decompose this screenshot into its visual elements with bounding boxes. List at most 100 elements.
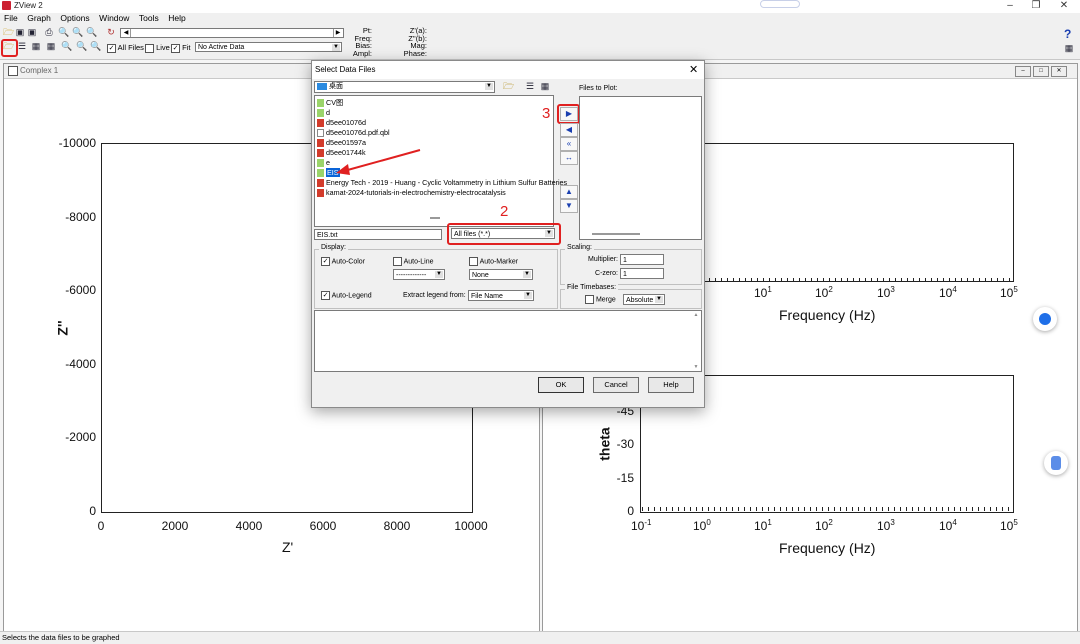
- line-style-select[interactable]: ------------- ▼: [393, 269, 445, 280]
- remove-all-button[interactable]: «: [560, 137, 578, 151]
- list-item[interactable]: Energy Tech - 2019 - Huang - Cyclic Volt…: [317, 178, 567, 188]
- timebase-mode-select[interactable]: Absolute ▼: [623, 294, 665, 305]
- live-option[interactable]: Live: [145, 43, 170, 53]
- auto-marker-checkbox[interactable]: [469, 257, 478, 266]
- list-item[interactable]: CV图: [317, 98, 343, 108]
- context-help-icon[interactable]: ▦: [1064, 43, 1074, 53]
- czero-input[interactable]: 1: [620, 268, 664, 279]
- list-item[interactable]: d5ee01076d.pdf.qbl: [317, 128, 390, 138]
- swap-button[interactable]: ↔: [560, 151, 578, 165]
- chevron-down-icon: ▼: [485, 83, 493, 90]
- zoom-fit-icon[interactable]: 🔍: [90, 41, 101, 51]
- scroll-left-icon[interactable]: ◀: [122, 29, 131, 37]
- close-window-button[interactable]: ✕: [1050, 0, 1078, 12]
- title-bar: ZView 2 – ❐ ✕: [0, 0, 1080, 13]
- timebases-group-label: File Timebases:: [565, 284, 619, 291]
- pdf-icon: [317, 179, 324, 188]
- list-item[interactable]: e: [317, 158, 330, 168]
- zview-app-icon: [2, 1, 11, 10]
- zoom-b-icon[interactable]: 🔍: [72, 27, 83, 37]
- auto-marker-option[interactable]: Auto-Marker: [469, 257, 518, 266]
- auto-line-option[interactable]: Auto-Line: [393, 257, 434, 266]
- cancel-button[interactable]: Cancel: [593, 377, 639, 393]
- merge-option[interactable]: Merge: [585, 295, 616, 304]
- list-item[interactable]: d5ee01076d: [317, 118, 366, 128]
- help-question-icon[interactable]: ?: [1064, 27, 1071, 41]
- zoom-in-icon[interactable]: 🔍: [61, 41, 72, 51]
- child-maximize-button[interactable]: □: [1033, 66, 1049, 77]
- print-icon[interactable]: ⎙: [44, 27, 54, 37]
- fit-option[interactable]: ✓ Fit: [171, 43, 190, 53]
- menu-window[interactable]: Window: [99, 13, 129, 23]
- x-tick-exponent: 3: [890, 518, 895, 527]
- merge-checkbox[interactable]: [585, 295, 594, 304]
- title-search-pill[interactable]: [760, 0, 800, 8]
- data-scrollbar[interactable]: ◀ ▶: [120, 28, 344, 38]
- help-button[interactable]: Help: [648, 377, 694, 393]
- extract-legend-select[interactable]: File Name ▼: [468, 290, 534, 301]
- chevron-down-icon: ▼: [435, 271, 443, 278]
- marker-select[interactable]: None ▼: [469, 269, 533, 280]
- menu-options[interactable]: Options: [60, 13, 89, 23]
- list-icon[interactable]: ☰: [17, 41, 27, 51]
- x-tick: 101: [754, 518, 772, 533]
- menu-file[interactable]: File: [4, 13, 18, 23]
- file-info-textarea[interactable]: ▲ ▼: [314, 310, 702, 372]
- double-arrow-left-icon: «: [566, 139, 572, 148]
- multiplier-input[interactable]: 1: [620, 254, 664, 265]
- clipboard-float-button[interactable]: [1044, 451, 1068, 475]
- folder-select[interactable]: 桌面 ▼: [314, 81, 495, 93]
- files-to-plot-label: Files to Plot:: [579, 85, 618, 92]
- files-to-plot-list[interactable]: [579, 96, 702, 240]
- fit-checkbox[interactable]: ✓: [171, 43, 180, 53]
- list-item[interactable]: d: [317, 108, 330, 118]
- ok-button[interactable]: OK: [538, 377, 584, 393]
- scroll-up-icon[interactable]: ▲: [692, 312, 700, 318]
- list-view-icon[interactable]: ☰: [525, 81, 535, 91]
- pdf-icon: [317, 139, 324, 148]
- restore-button[interactable]: ❐: [1022, 0, 1050, 12]
- child-close-button[interactable]: ✕: [1051, 66, 1067, 77]
- zoom-c-icon[interactable]: 🔍: [86, 27, 97, 37]
- zoom-out-icon[interactable]: 🔍: [76, 41, 87, 51]
- save-icon[interactable]: ▣: [15, 27, 25, 37]
- assistant-float-button[interactable]: [1033, 307, 1057, 331]
- clipboard-icon: [1051, 456, 1061, 470]
- y-tick: -15: [616, 471, 634, 485]
- dialog-close-icon[interactable]: ✕: [689, 63, 698, 76]
- scroll-right-icon[interactable]: ▶: [333, 29, 342, 37]
- double-arrow-icon: ↔: [565, 153, 573, 162]
- refresh-icon[interactable]: ↻: [106, 27, 116, 37]
- open-folder-icon[interactable]: 🗁: [3, 27, 14, 37]
- scroll-down-icon[interactable]: ▼: [692, 364, 700, 370]
- menu-tools[interactable]: Tools: [139, 13, 159, 23]
- table-icon[interactable]: ▦: [31, 41, 41, 51]
- auto-color-option[interactable]: ✓ Auto-Color: [321, 257, 365, 266]
- chevron-down-icon: ▼: [332, 44, 340, 51]
- live-checkbox[interactable]: [145, 43, 154, 53]
- move-up-button[interactable]: ▲: [560, 185, 578, 199]
- auto-color-checkbox[interactable]: ✓: [321, 257, 330, 266]
- auto-legend-option[interactable]: ✓ Auto-Legend: [321, 291, 372, 300]
- details-view-icon[interactable]: ▦: [540, 81, 550, 91]
- active-data-select[interactable]: No Active Data ▼: [195, 42, 342, 52]
- remove-file-button[interactable]: ◀: [560, 123, 578, 137]
- child-minimize-button[interactable]: –: [1015, 66, 1031, 77]
- all-files-option[interactable]: ✓ All Files: [107, 43, 144, 53]
- zoom-a-icon[interactable]: 🔍: [58, 27, 69, 37]
- filename-input[interactable]: EIS.txt: [314, 229, 442, 240]
- marker-value: None: [472, 272, 489, 279]
- all-files-checkbox[interactable]: ✓: [107, 43, 116, 53]
- menu-graph[interactable]: Graph: [27, 13, 51, 23]
- menu-help[interactable]: Help: [168, 13, 185, 23]
- minimize-button[interactable]: –: [996, 0, 1024, 12]
- save-all-icon[interactable]: ▣: [27, 27, 37, 37]
- list-item[interactable]: kamat-2024-tutorials-in-electrochemistry…: [317, 188, 506, 198]
- auto-line-checkbox[interactable]: [393, 257, 402, 266]
- up-folder-icon[interactable]: 🗁: [503, 81, 514, 91]
- resize-grip[interactable]: [430, 217, 440, 219]
- display-group: Display: ✓ Auto-Color Auto-Line Auto-Mar…: [314, 244, 558, 309]
- auto-legend-checkbox[interactable]: ✓: [321, 291, 330, 300]
- grid-icon[interactable]: ▦: [46, 41, 56, 51]
- move-down-button[interactable]: ▼: [560, 199, 578, 213]
